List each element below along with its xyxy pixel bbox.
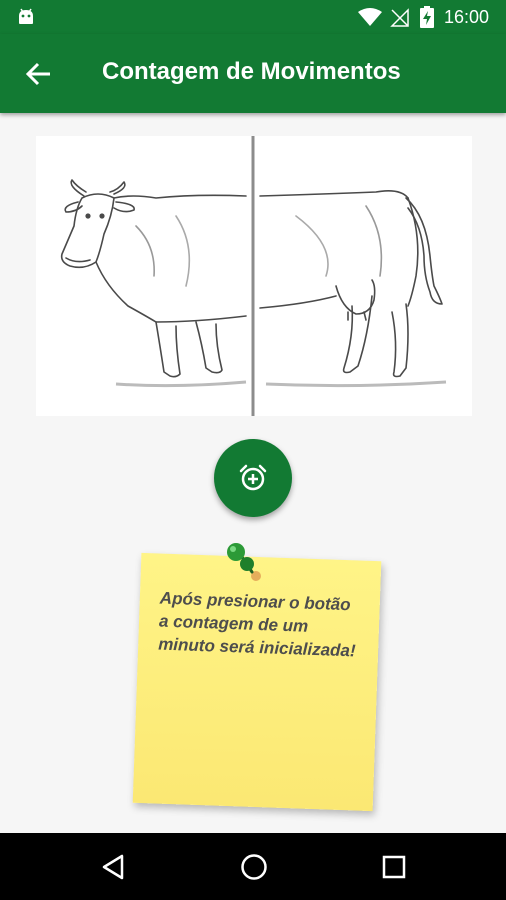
- home-circle-icon[interactable]: [239, 852, 269, 882]
- battery-charging-icon: [420, 6, 434, 28]
- recents-square-icon[interactable]: [381, 854, 407, 880]
- status-time: 16:00: [444, 7, 490, 27]
- alarm-add-icon: [239, 464, 267, 491]
- app-bar: Contagem de Movimentos: [0, 34, 506, 113]
- wifi-icon: [358, 8, 382, 26]
- back-button[interactable]: [16, 52, 60, 96]
- sticky-note: Após presionar o botão a contagem de um …: [132, 552, 382, 812]
- arrow-back-icon: [25, 62, 50, 86]
- navigation-bar: [0, 833, 506, 900]
- start-count-button[interactable]: [214, 439, 292, 517]
- push-pin-icon: [227, 543, 261, 581]
- instruction-text: Após presionar o botão a contagem de um …: [157, 588, 356, 661]
- android-icon: [19, 8, 33, 24]
- page-title: Contagem de Movimentos: [102, 58, 401, 85]
- status-bar: 16:00: [0, 0, 506, 34]
- back-triangle-icon[interactable]: [100, 853, 128, 881]
- cow-split-image: [36, 136, 472, 416]
- cow-illustration: [60, 136, 447, 416]
- no-signal-icon: [390, 8, 409, 27]
